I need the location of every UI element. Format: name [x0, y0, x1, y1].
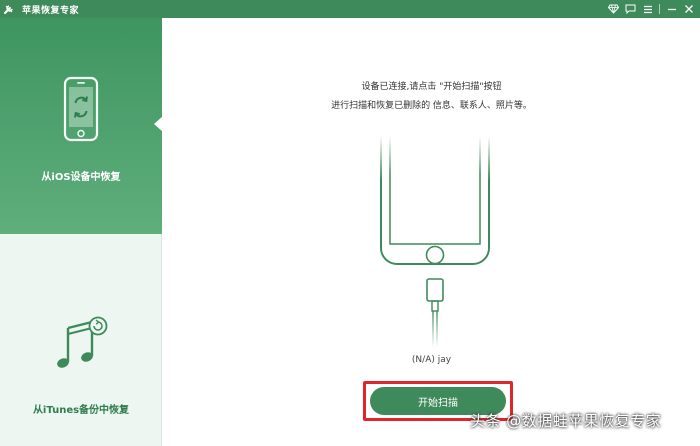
close-icon[interactable] [681, 2, 696, 17]
watermark: 头条 @数据蛙苹果恢复专家 [470, 412, 662, 430]
instruction-line-2: 进行扫描和恢复已删除的 信息、联系人、照片等。 [331, 101, 532, 111]
device-illustration [380, 136, 490, 348]
app-title: 苹果恢复专家 [22, 5, 80, 16]
sidebar-item-ios-device[interactable]: 从iOS设备中恢复 [0, 18, 163, 234]
cable [432, 311, 438, 348]
phone-screen [389, 136, 481, 245]
tools-icon [0, 0, 18, 18]
lightning-connector [426, 278, 444, 302]
minimize-icon[interactable] [664, 2, 679, 17]
phone-outline [380, 136, 490, 265]
controls-divider [659, 4, 660, 14]
phone-restore-icon [63, 76, 99, 146]
diamond-icon[interactable] [606, 2, 621, 17]
device-name: (N/A) jay [411, 355, 452, 365]
window-controls [606, 0, 696, 18]
main-panel: 设备已连接,请点击 "开始扫描"按钮 进行扫描和恢复已删除的 信息、联系人、照片… [163, 18, 700, 446]
sidebar-item-label: 从iOS设备中恢复 [41, 172, 121, 183]
title-bar: 苹果恢复专家 [0, 0, 700, 18]
instruction-line-1: 设备已连接,请点击 "开始扫描"按钮 [361, 82, 502, 92]
music-restore-icon [54, 316, 108, 376]
feedback-icon[interactable] [623, 2, 638, 17]
sidebar: 从iOS设备中恢复 从iTunes备份中恢复 [0, 18, 163, 446]
sidebar-item-itunes-backup[interactable]: 从iTunes备份中恢复 [0, 234, 162, 446]
sidebar-item-label: 从iTunes备份中恢复 [32, 405, 130, 416]
menu-icon[interactable] [640, 2, 655, 17]
